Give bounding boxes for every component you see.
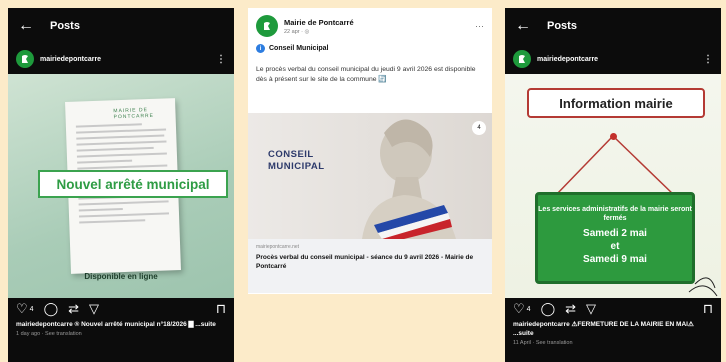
marianne-bust-image	[362, 119, 456, 239]
repost-icon[interactable]: ⇄	[68, 301, 79, 317]
like-icon[interactable]: ♡	[513, 301, 525, 317]
document-header: MAIRIE DE PONTCARRE	[113, 107, 155, 121]
share-icon[interactable]: ▽	[89, 301, 99, 317]
like-icon[interactable]: ♡	[16, 301, 28, 317]
back-arrow-icon[interactable]: ←	[18, 17, 34, 35]
comment-icon[interactable]: ◯	[541, 301, 556, 317]
more-options-icon[interactable]: ⋮	[703, 54, 713, 65]
avatar[interactable]	[256, 15, 278, 37]
post-header: Mairie de Pontcarré 22 apr · ◎ ···	[248, 8, 492, 44]
post-subtitle: i Conseil Municipal	[248, 44, 492, 53]
info-icon: i	[256, 44, 265, 53]
top-bar: ← Posts	[505, 8, 721, 44]
link-preview[interactable]: mairiepontcarre.net Procès verbal du con…	[248, 239, 492, 293]
username[interactable]: mairiedepontcarre	[537, 56, 697, 63]
image-badge: 4	[472, 121, 486, 135]
closing-date-1: Samedi 2 mai	[583, 228, 647, 239]
repost-icon[interactable]: ⇄	[565, 301, 576, 317]
board-text: Les services administratifs de la mairie…	[538, 206, 692, 222]
facebook-post: Mairie de Pontcarré 22 apr · ◎ ··· i Con…	[248, 8, 492, 294]
instagram-post-left: ← Posts mairiedepontcarre ⋮ MAIRIE DE PO…	[8, 8, 234, 362]
post-meta[interactable]: 11 April · See translation	[505, 338, 721, 348]
post-time[interactable]: 22 apr · ◎	[284, 29, 354, 35]
bookmark-icon[interactable]: ⊓	[216, 301, 226, 317]
link-title[interactable]: Procès verbal du conseil municipal - séa…	[256, 253, 484, 271]
post-author-row[interactable]: mairiedepontcarre ⋮	[505, 44, 721, 74]
avatar[interactable]	[513, 50, 531, 68]
header-title: Posts	[547, 20, 577, 32]
post-body: Le procès verbal du conseil municipal du…	[256, 66, 476, 83]
caption: mairiedepontcarre ⚠FERMETURE DE LA MAIRI…	[513, 321, 694, 337]
pin-icon	[610, 133, 617, 140]
image-footer-text: Disponible en ligne	[84, 272, 158, 281]
caption: mairiedepontcarre ® Nouvel arrêté munici…	[16, 321, 216, 328]
bookmark-icon[interactable]: ⊓	[703, 301, 713, 317]
post-image[interactable]: MAIRIE DE PONTCARRE Nouvel arrêté munici…	[8, 74, 234, 298]
top-bar: ← Posts	[8, 8, 234, 44]
more-options-icon[interactable]: ⋮	[216, 54, 226, 65]
more-options-icon[interactable]: ···	[475, 21, 484, 31]
instagram-post-right: ← Posts mairiedepontcarre ⋮ Information …	[505, 8, 721, 362]
like-count: 4	[29, 305, 34, 313]
link-preview-image[interactable]: CONSEIL MUNICIPAL 4	[248, 113, 492, 239]
header-title: Posts	[50, 20, 80, 32]
post-author-row[interactable]: mairiedepontcarre ⋮	[8, 44, 234, 74]
subtitle-text: Conseil Municipal	[269, 45, 329, 52]
image-banner: Nouvel arrêté municipal	[38, 170, 228, 198]
action-bar: ♡ 4 ◯ ⇄ ▽ ⊓	[8, 298, 234, 320]
conjunction: et	[610, 241, 620, 252]
post-meta[interactable]: 1 day ago · See translation	[8, 329, 234, 339]
link-host: mairiepontcarre.net	[256, 244, 300, 250]
username[interactable]: mairiedepontcarre	[40, 56, 210, 63]
like-count: 4	[526, 305, 531, 313]
action-bar: ♡ 4 ◯ ⇄ ▽ ⊓	[505, 298, 721, 320]
sign-title: Information mairie	[527, 88, 705, 118]
notice-board: Les services administratifs de la mairie…	[535, 192, 695, 284]
avatar[interactable]	[16, 50, 34, 68]
page-name[interactable]: Mairie de Pontcarré	[284, 18, 354, 27]
back-arrow-icon[interactable]: ←	[515, 17, 531, 35]
closing-date-2: Samedi 9 mai	[583, 254, 647, 265]
comment-icon[interactable]: ◯	[44, 301, 59, 317]
image-label: CONSEIL MUNICIPAL	[268, 149, 325, 172]
share-icon[interactable]: ▽	[586, 301, 596, 317]
post-image[interactable]: Information mairie Les services administ…	[505, 74, 721, 298]
